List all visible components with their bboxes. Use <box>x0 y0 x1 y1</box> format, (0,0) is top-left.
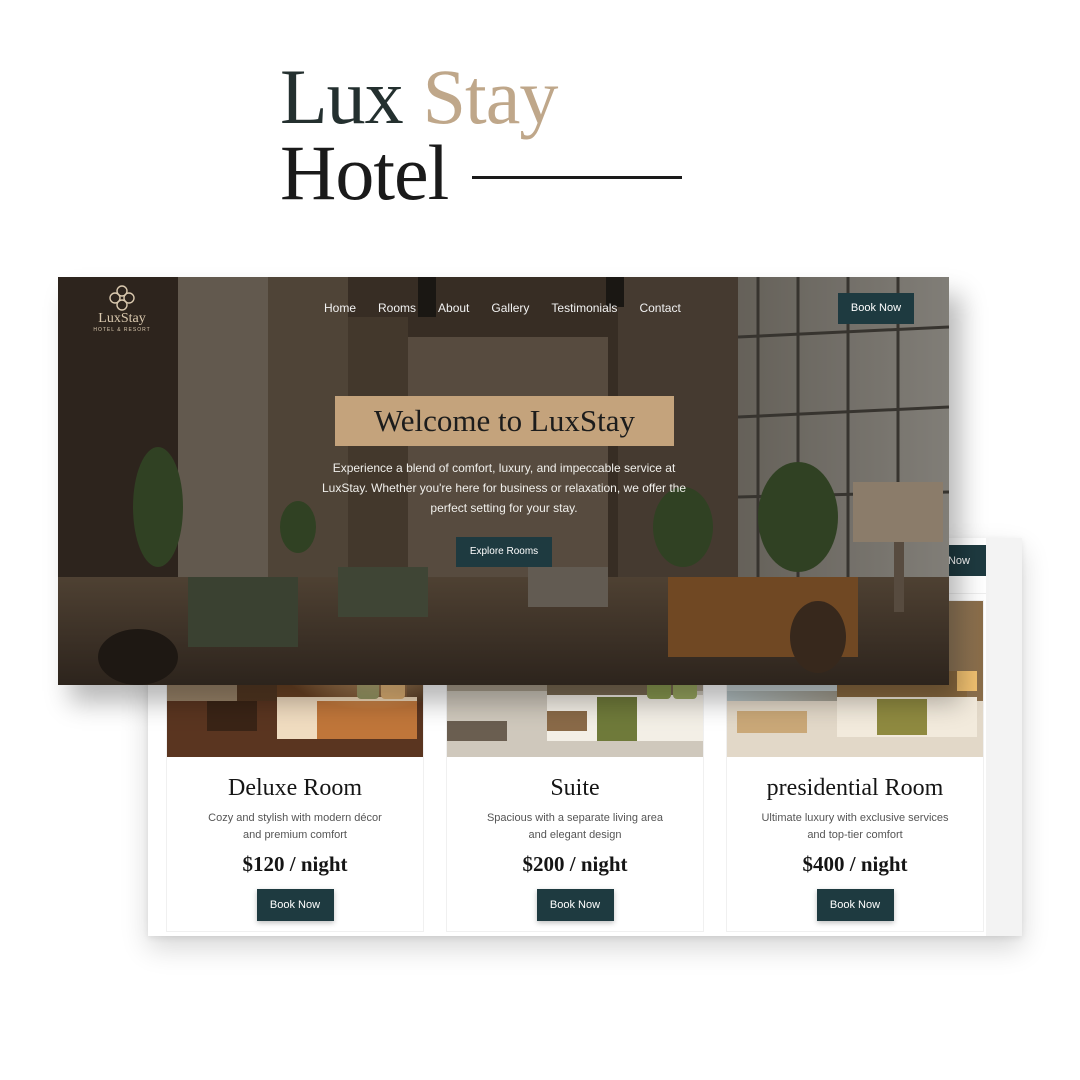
nav-item-contact[interactable]: Contact <box>639 301 680 315</box>
nav-item-testimonials[interactable]: Testimonials <box>551 301 617 315</box>
scroll-gutter <box>986 538 1022 936</box>
book-now-button[interactable]: Book Now <box>816 889 894 921</box>
showcase-title: Lux Stay Hotel <box>280 58 683 216</box>
room-name: Deluxe Room <box>228 775 362 801</box>
logo-subtitle: HOTEL & RESORT <box>93 327 151 333</box>
nav-book-now-button[interactable]: Book Now <box>838 293 914 324</box>
title-word-stay: Stay <box>422 53 559 140</box>
room-info: Suite Spacious with a separate living ar… <box>447 757 703 921</box>
nav-item-about[interactable]: About <box>438 301 469 315</box>
main-nav: Home Rooms About Gallery Testimonials Co… <box>324 301 703 315</box>
room-description: Spacious with a separate living area and… <box>486 812 664 841</box>
room-price: $400 / night <box>802 852 908 876</box>
knot-logo-icon <box>109 285 135 311</box>
room-name: Suite <box>550 775 600 801</box>
title-line-1: Lux Stay <box>280 58 682 136</box>
book-now-button[interactable]: Book Now <box>256 889 334 921</box>
logo[interactable]: LuxStay HOTEL & RESORT <box>92 283 152 333</box>
nav-item-gallery[interactable]: Gallery <box>491 301 529 315</box>
title-word-lux: Lux <box>280 53 404 140</box>
logo-name: LuxStay <box>98 311 146 326</box>
room-info: presidential Room Ultimate luxury with e… <box>727 757 983 921</box>
room-price: $120 / night <box>242 852 348 876</box>
hero-section: LuxStay HOTEL & RESORT Home Rooms About … <box>58 277 949 685</box>
room-info: Deluxe Room Cozy and stylish with modern… <box>167 757 423 921</box>
nav-item-rooms[interactable]: Rooms <box>378 301 416 315</box>
room-description: Ultimate luxury with exclusive services … <box>761 812 949 841</box>
explore-rooms-button[interactable]: Explore Rooms <box>456 537 552 567</box>
hero-description: Experience a blend of comfort, luxury, a… <box>321 461 687 515</box>
title-word-hotel: Hotel <box>280 129 449 216</box>
title-line-2: Hotel <box>280 129 683 216</box>
book-now-button[interactable]: Book Now <box>536 889 614 921</box>
room-price: $200 / night <box>522 852 628 876</box>
room-name: presidential Room <box>766 775 944 801</box>
hero-title-box: Welcome to LuxStay <box>335 396 674 446</box>
room-description: Cozy and stylish with modern décor and p… <box>208 812 382 841</box>
nav-item-home[interactable]: Home <box>324 301 356 315</box>
hero-title: Welcome to LuxStay <box>374 403 635 438</box>
title-rule <box>472 175 683 179</box>
